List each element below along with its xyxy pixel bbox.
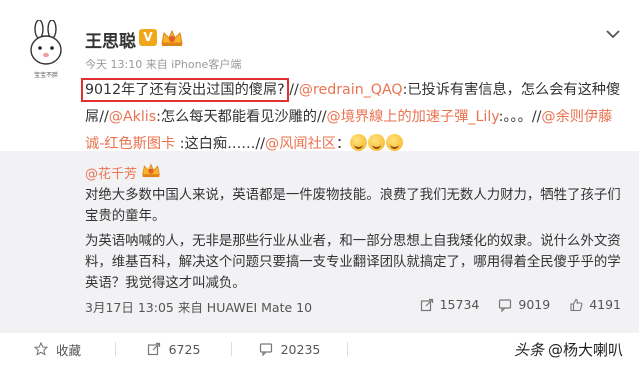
chevron-down-icon[interactable]	[605, 28, 621, 40]
repost-footer: 3月17日 13:05 来自 HUAWEI Mate 10	[85, 300, 313, 315]
verified-badge: V	[139, 29, 157, 46]
favorite-label: 收藏	[55, 342, 81, 358]
repost-paragraph: 为英语呐喊的人，无非是那些行业从业者，和一部分思想上自我矮化的奴隶。说什么外文资…	[85, 234, 621, 291]
repost-comment-stat[interactable]: 9019	[498, 297, 550, 312]
crown-badge-icon	[161, 29, 183, 46]
repost-count: 6725	[168, 341, 201, 357]
watermark-account: @杨大喇叭	[547, 341, 623, 359]
bunny-avatar-icon	[30, 19, 62, 65]
post-text-segment: :这白痴……//	[175, 136, 266, 152]
repost-share-stat[interactable]: 15734	[420, 297, 480, 312]
repost-like-stat[interactable]: 4191	[569, 297, 621, 312]
grin-emoji-icon	[368, 134, 386, 151]
comment-button[interactable]: 20235	[232, 342, 347, 357]
post-text-segment: :。。。//	[498, 109, 542, 125]
repost-like-count: 4191	[589, 297, 621, 312]
comment-icon	[259, 343, 272, 356]
watermark: 头条 @杨大喇叭	[514, 339, 623, 360]
post-text-segment: ：	[336, 136, 351, 152]
grin-emoji-icon	[386, 134, 404, 151]
comment-count: 20235	[280, 341, 321, 357]
repost-comment-count: 9019	[518, 297, 551, 312]
mention-link[interactable]: @境界線上的加速子彈_Lily	[327, 109, 499, 125]
repost-author[interactable]: @花千芳	[85, 163, 137, 182]
crown-badge-icon	[142, 163, 160, 178]
repost-button[interactable]: 6725	[116, 342, 231, 357]
mention-link[interactable]: @风闻社区	[265, 136, 336, 152]
repost-share-count: 15734	[439, 297, 480, 312]
repost-stats: 15734 9019 4191	[420, 297, 621, 312]
repost-body: 对绝大多数中国人来说，英语都是一件废物技能。浪费了我们无数人力财力，牺牲了孩子们…	[85, 185, 625, 298]
post-text-segment: //	[284, 82, 299, 98]
share-icon	[147, 342, 160, 356]
post-meta: 今天 13:10 来自 iPhone客户端	[85, 58, 242, 71]
username[interactable]: 王思聪	[85, 27, 136, 52]
post-text-segment: :怎么每天都能看见沙雕的//	[156, 109, 327, 125]
comment-icon	[499, 298, 512, 312]
favorite-button[interactable]: 收藏	[0, 340, 115, 359]
mention-link[interactable]: @redrain_QAQ	[299, 82, 403, 98]
repost-block[interactable]: @花千芳 对绝大多数中国人来说，英语都是一件废物技能。浪费了我们无数人力财力，牺…	[0, 151, 639, 333]
highlighted-text: 9012年了还有没出过国的傻屌?	[81, 78, 289, 102]
mention-link[interactable]: @Aklis	[109, 109, 156, 125]
divider	[347, 342, 348, 356]
post-text: 9012年了还有没出过国的傻屌? //@redrain_QAQ:已投诉有害信息，…	[81, 77, 625, 158]
weibo-card: 宝宝不胖 王思聪 V 今天 13:10 来自 iPhone客户端 9012年了还…	[0, 0, 639, 365]
watermark-platform: 头条	[513, 341, 544, 359]
repost-paragraph: 对绝大多数中国人来说，英语都是一件废物技能。浪费了我们无数人力财力，牺牲了孩子们…	[85, 188, 621, 224]
grin-emoji-icon	[350, 134, 368, 151]
star-icon	[33, 342, 48, 356]
share-icon	[420, 298, 433, 311]
avatar[interactable]: 宝宝不胖	[22, 19, 70, 79]
avatar-caption: 宝宝不胖	[33, 72, 58, 79]
thumbs-up-icon	[570, 298, 583, 311]
